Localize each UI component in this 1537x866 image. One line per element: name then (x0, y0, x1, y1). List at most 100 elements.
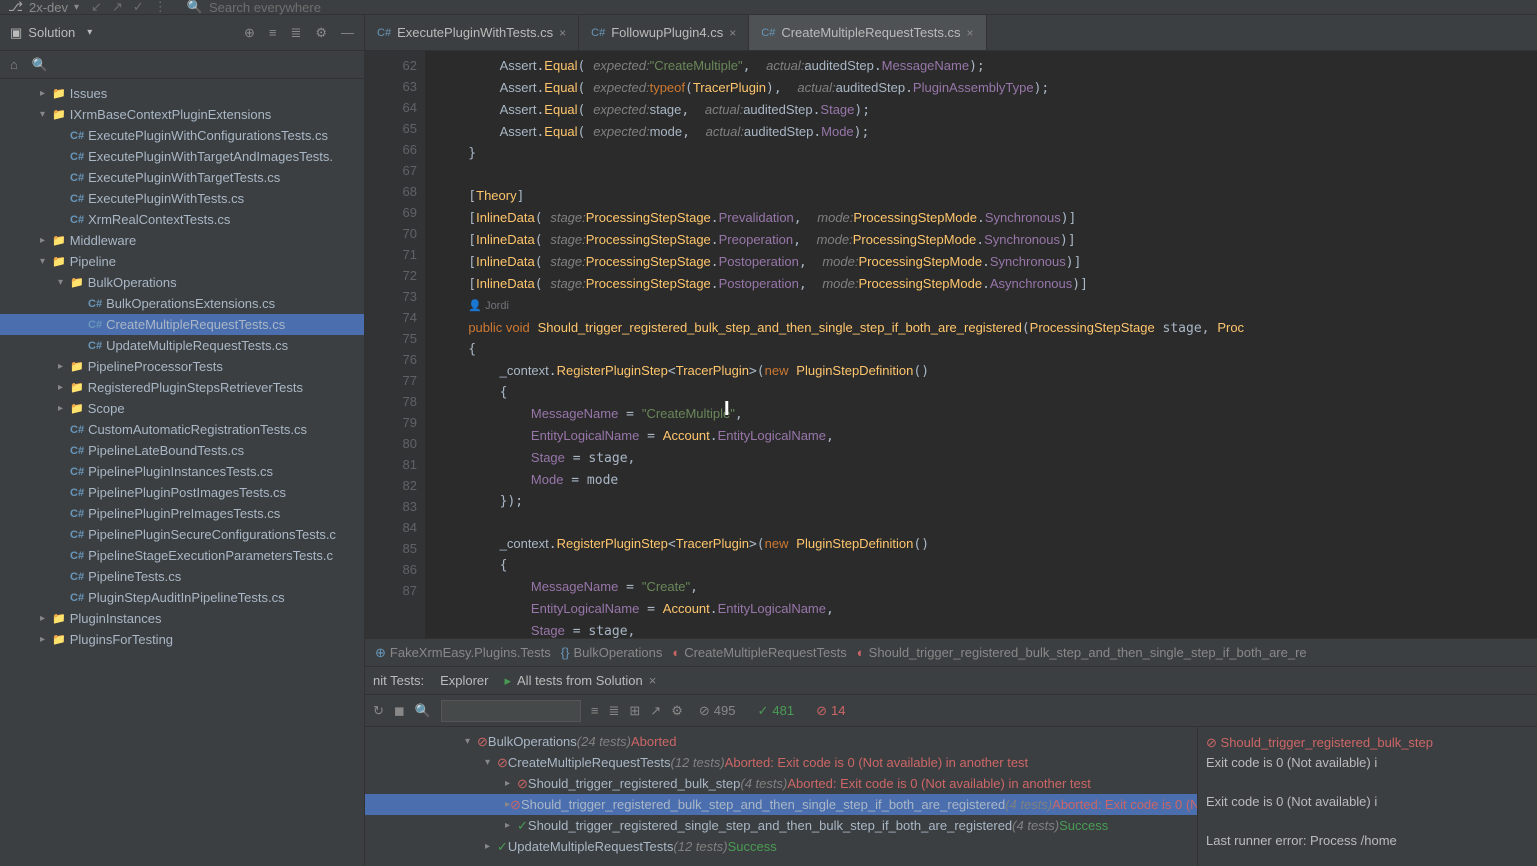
sidebar-header: ▣ Solution ▾ ⊕ ≡ ≣ ⚙ — (0, 15, 364, 51)
more-icon[interactable]: ⋮ (154, 0, 167, 15)
tree-item[interactable]: ▾📁Pipeline (0, 251, 364, 272)
test-row[interactable]: ▸ ⊘ Should_trigger_registered_bulk_step_… (365, 794, 1197, 815)
folder-icon: 📁 (70, 402, 84, 415)
commit-icon[interactable]: ↗ (112, 0, 123, 15)
test-row[interactable]: ▸ ✓ Should_trigger_registered_single_ste… (365, 815, 1197, 836)
unit-tests-panel: nit Tests: Explorer ▸All tests from Solu… (365, 666, 1537, 866)
sidebar-title[interactable]: ▣ Solution ▾ (10, 25, 92, 41)
folder-icon: 📁 (52, 87, 66, 100)
chevron-icon: ▸ (58, 361, 70, 372)
close-icon[interactable]: × (729, 26, 736, 40)
sort-icon[interactable]: ⊞ (629, 703, 640, 719)
chevron-down-icon: ▾ (87, 27, 92, 38)
chevron-icon: ▸ (58, 403, 70, 414)
tree-item[interactable]: C#PipelinePluginInstancesTests.cs (0, 461, 364, 482)
bc-class[interactable]: ◐ CreateMultipleRequestTests (672, 645, 846, 660)
close-icon[interactable]: × (967, 26, 974, 40)
chevron-icon: ▸ (505, 820, 517, 831)
filter-icon[interactable]: 🔍 (415, 703, 431, 719)
tree-item[interactable]: C#ExecutePluginWithTests.cs (0, 188, 364, 209)
tree-label: Middleware (70, 233, 136, 248)
passed-tests[interactable]: ✓481 (751, 701, 800, 721)
tree-item[interactable]: C#PipelineLateBoundTests.cs (0, 440, 364, 461)
code-content[interactable]: Assert.Equal( expected:"CreateMultiple",… (425, 51, 1537, 638)
tests-filter-input[interactable] (441, 700, 581, 722)
expand-icon[interactable]: ≡ (269, 25, 277, 41)
close-icon[interactable]: × (649, 673, 657, 689)
tree-item[interactable]: ▾📁BulkOperations (0, 272, 364, 293)
tree-item[interactable]: C#ExecutePluginWithConfigurationsTests.c… (0, 125, 364, 146)
options-icon[interactable]: ↗ (650, 703, 661, 719)
tree-item[interactable]: C#ExecutePluginWithTargetTests.cs (0, 167, 364, 188)
test-label: Should_trigger_registered_bulk_step (528, 776, 740, 791)
editor-tab[interactable]: C#CreateMultipleRequestTests.cs× (749, 15, 986, 50)
tree-item[interactable]: ▸📁PipelineProcessorTests (0, 356, 364, 377)
rerun-icon[interactable]: ↻ (373, 703, 384, 719)
settings-icon[interactable]: ⚙ (315, 25, 327, 41)
stop-icon[interactable]: ◼ (394, 703, 405, 719)
tree-item[interactable]: C#PipelinePluginPreImagesTests.cs (0, 503, 364, 524)
test-row[interactable]: ▾ ⊘ BulkOperations (24 tests) Aborted (365, 731, 1197, 752)
tests-tree[interactable]: ▾ ⊘ BulkOperations (24 tests) Aborted▾ ⊘… (365, 727, 1197, 866)
tree-item[interactable]: ▸📁PluginsForTesting (0, 629, 364, 650)
search-icon[interactable]: 🔍 (32, 57, 48, 73)
test-row[interactable]: ▸ ✓ UpdateMultipleRequestTests (12 tests… (365, 836, 1197, 857)
test-row[interactable]: ▾ ⊘ CreateMultipleRequestTests (12 tests… (365, 752, 1197, 773)
close-icon[interactable]: × (559, 26, 566, 40)
solution-tree[interactable]: ▸📁Issues▾📁IXrmBaseContextPluginExtension… (0, 79, 364, 866)
tree-item[interactable]: C#ExecutePluginWithTargetAndImagesTests. (0, 146, 364, 167)
locate-icon[interactable]: ⊕ (244, 25, 255, 41)
test-row[interactable]: ▸ ⊘ Should_trigger_registered_bulk_step … (365, 773, 1197, 794)
update-icon[interactable]: ↙ (91, 0, 102, 15)
tree-item[interactable]: ▾📁IXrmBaseContextPluginExtensions (0, 104, 364, 125)
tree-item[interactable]: C#PipelinePluginSecureConfigurationsTest… (0, 524, 364, 545)
tree-item[interactable]: ▸📁PluginInstances (0, 608, 364, 629)
tree-label: PipelineProcessorTests (88, 359, 223, 374)
tree-item[interactable]: C#PipelineTests.cs (0, 566, 364, 587)
solution-icon: ▣ (10, 25, 22, 41)
test-status-text: Aborted: Exit code is 0 (Not available) … (1052, 797, 1197, 812)
tree-item[interactable]: C#UpdateMultipleRequestTests.cs (0, 335, 364, 356)
editor-tab[interactable]: C#FollowupPlugin4.cs× (579, 15, 749, 50)
search-everywhere[interactable]: 🔍 Search everywhere (187, 0, 321, 15)
run-icon: ▸ (504, 673, 511, 689)
collapse-all-icon[interactable]: ≣ (608, 703, 619, 719)
test-output[interactable]: ⊘ Should_trigger_registered_bulk_step Ex… (1197, 727, 1537, 866)
tree-item[interactable]: C#XrmRealContextTests.cs (0, 209, 364, 230)
tree-item[interactable]: C#PluginStepAuditInPipelineTests.cs (0, 587, 364, 608)
test-label: BulkOperations (488, 734, 577, 749)
line-gutter: 6263646566676869707172737475767778798081… (365, 51, 425, 638)
editor-tab[interactable]: C#ExecutePluginWithTests.cs× (365, 15, 579, 50)
cs-file-icon: C# (88, 319, 102, 331)
expand-all-icon[interactable]: ≡ (591, 703, 599, 718)
bc-namespace[interactable]: ⊕ FakeXrmEasy.Plugins.Tests (375, 645, 551, 661)
cs-file-icon: C# (70, 550, 84, 562)
bc-method[interactable]: ◐ Should_trigger_registered_bulk_step_an… (857, 645, 1307, 660)
collapse-icon[interactable]: ≣ (290, 25, 301, 41)
bc-folder[interactable]: {} BulkOperations (561, 645, 663, 660)
vcs-branch[interactable]: ⎇ 2x-dev ▾ (8, 0, 79, 15)
failed-tests[interactable]: ⊘14 (810, 701, 851, 721)
home-icon[interactable]: ⌂ (10, 57, 18, 72)
tree-item[interactable]: C#PipelinePluginPostImagesTests.cs (0, 482, 364, 503)
breadcrumb[interactable]: ⊕ FakeXrmEasy.Plugins.Tests {} BulkOpera… (365, 638, 1537, 666)
code-area[interactable]: 6263646566676869707172737475767778798081… (365, 51, 1537, 638)
tree-item[interactable]: ▸📁Scope (0, 398, 364, 419)
tree-label: PipelinePluginPreImagesTests.cs (88, 506, 280, 521)
minimize-icon[interactable]: — (341, 25, 354, 41)
tree-item[interactable]: ▸📁Middleware (0, 230, 364, 251)
tree-item[interactable]: C#PipelineStageExecutionParametersTests.… (0, 545, 364, 566)
tree-label: ExecutePluginWithTargetAndImagesTests. (88, 149, 333, 164)
tree-label: ExecutePluginWithTargetTests.cs (88, 170, 280, 185)
total-tests[interactable]: ⊘495 (693, 701, 742, 721)
tree-item[interactable]: C#BulkOperationsExtensions.cs (0, 293, 364, 314)
tree-item[interactable]: ▸📁RegisteredPluginStepsRetrieverTests (0, 377, 364, 398)
tests-session-tab[interactable]: ▸All tests from Solution× (504, 673, 656, 689)
tests-explorer-tab[interactable]: Explorer (440, 673, 488, 688)
status-icon: ✓ (517, 818, 528, 834)
tree-item[interactable]: C#CreateMultipleRequestTests.cs (0, 314, 364, 335)
tree-item[interactable]: ▸📁Issues (0, 83, 364, 104)
push-icon[interactable]: ✓ (133, 0, 144, 15)
settings-icon[interactable]: ⚙ (671, 703, 683, 719)
tree-item[interactable]: C#CustomAutomaticRegistrationTests.cs (0, 419, 364, 440)
